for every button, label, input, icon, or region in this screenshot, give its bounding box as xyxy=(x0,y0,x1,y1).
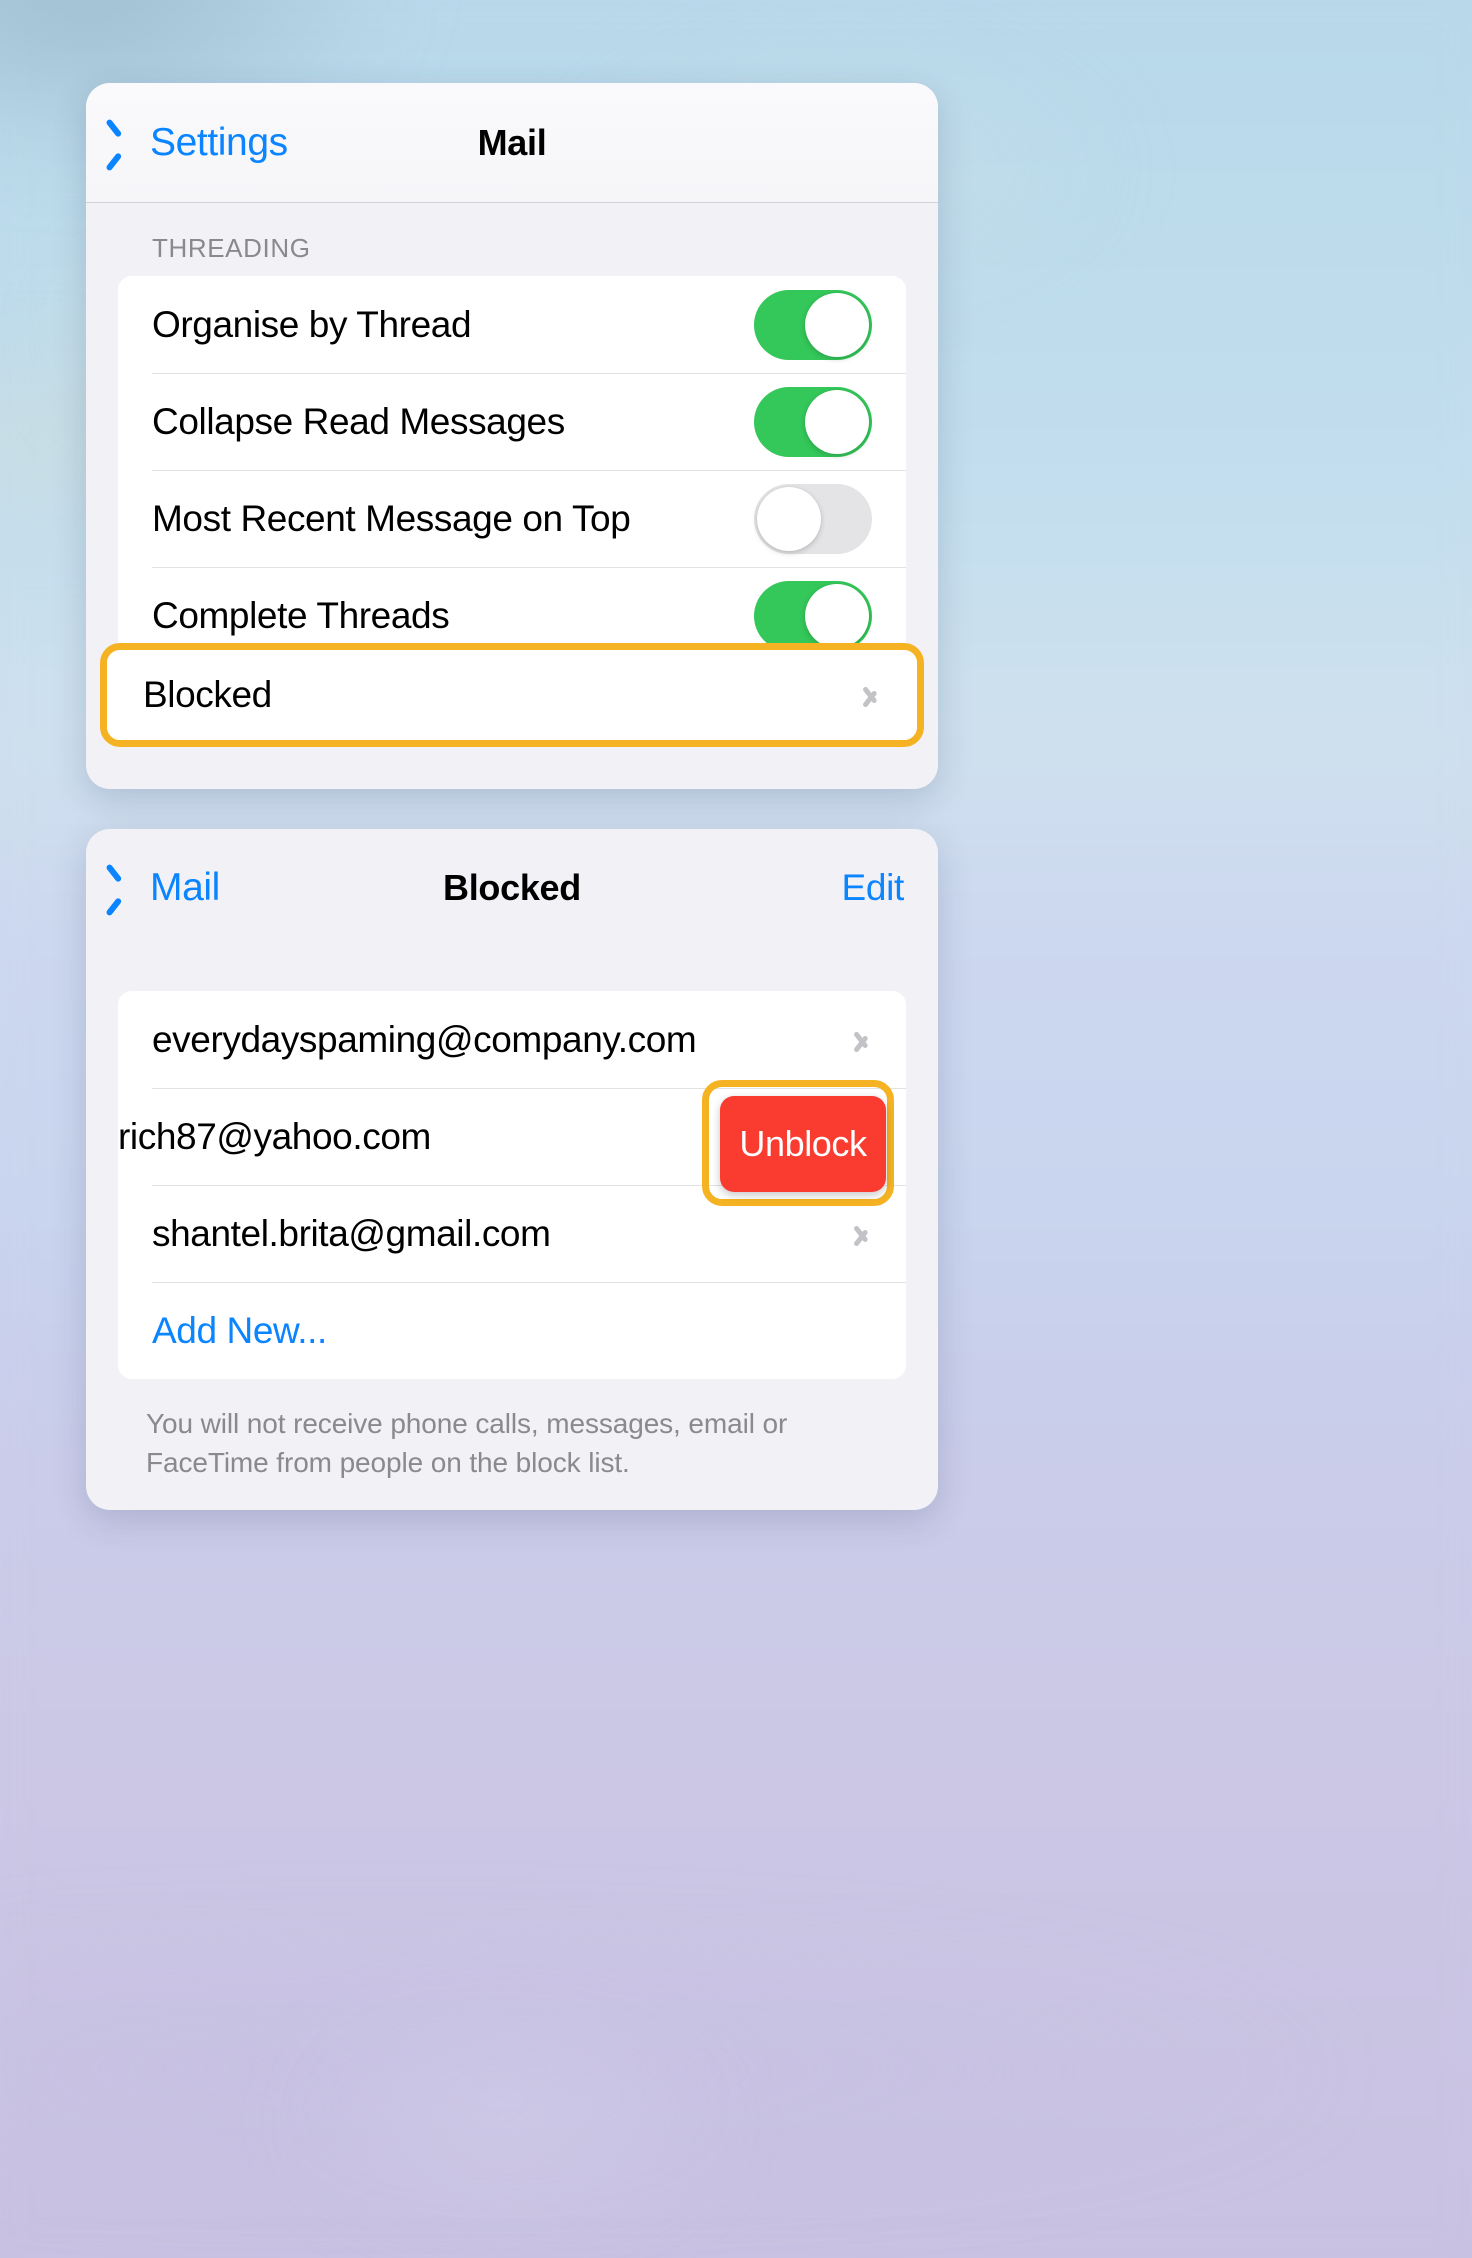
setting-row-organise-by-thread[interactable]: Organise by Thread xyxy=(118,276,906,373)
mail-navigation-bar: Settings Mail xyxy=(86,83,938,203)
chevron-right-icon xyxy=(854,1024,872,1056)
unblock-button[interactable]: Unblock xyxy=(720,1096,886,1192)
page-title: Mail xyxy=(477,121,547,163)
setting-label: Organise by Thread xyxy=(152,303,472,345)
toggle-knob xyxy=(757,486,821,551)
setting-label: Complete Threads xyxy=(152,594,450,636)
chevron-right-icon xyxy=(863,679,881,711)
toggle-most-recent-message-on-top[interactable] xyxy=(754,483,872,554)
blocked-email-address: shantel.brita@gmail.com xyxy=(152,1212,551,1254)
setting-row-most-recent-message-on-top[interactable]: Most Recent Message on Top xyxy=(118,470,906,567)
add-new-label: Add New... xyxy=(152,1309,327,1351)
setting-label: Collapse Read Messages xyxy=(152,400,565,442)
toggle-knob xyxy=(805,583,869,648)
setting-label: Blocked xyxy=(143,674,272,715)
add-new-row[interactable]: Add New... xyxy=(118,1282,906,1379)
chevron-right-icon xyxy=(854,1218,872,1250)
edit-button[interactable]: Edit xyxy=(841,867,904,909)
toggle-knob xyxy=(805,389,869,454)
toggle-organise-by-thread[interactable] xyxy=(754,289,872,360)
page-title: Blocked xyxy=(443,867,581,908)
block-list-footer-note: You will not receive phone calls, messag… xyxy=(146,1408,788,1478)
unblock-action-highlight: Unblock xyxy=(702,1080,894,1206)
setting-row-blocked[interactable]: Blocked xyxy=(107,650,917,740)
blocked-email-address: everydayspaming@company.com xyxy=(152,1018,697,1060)
toggle-complete-threads[interactable] xyxy=(754,580,872,651)
toggle-knob xyxy=(805,292,869,357)
setting-row-collapse-read-messages[interactable]: Collapse Read Messages xyxy=(118,373,906,470)
setting-label: Most Recent Message on Top xyxy=(152,497,631,539)
mail-settings-card: Settings Mail THREADING Organise by Thre… xyxy=(86,83,938,789)
threading-settings-group: Organise by Thread Collapse Read Message… xyxy=(118,276,906,664)
blocked-entry-row[interactable]: everydayspaming@company.com xyxy=(118,991,906,1088)
toggle-collapse-read-messages[interactable] xyxy=(754,386,872,457)
section-header-threading: THREADING xyxy=(152,233,311,263)
blocked-row-highlight: Blocked xyxy=(100,643,924,747)
blocked-navigation-bar: Mail Blocked Edit xyxy=(86,829,938,947)
